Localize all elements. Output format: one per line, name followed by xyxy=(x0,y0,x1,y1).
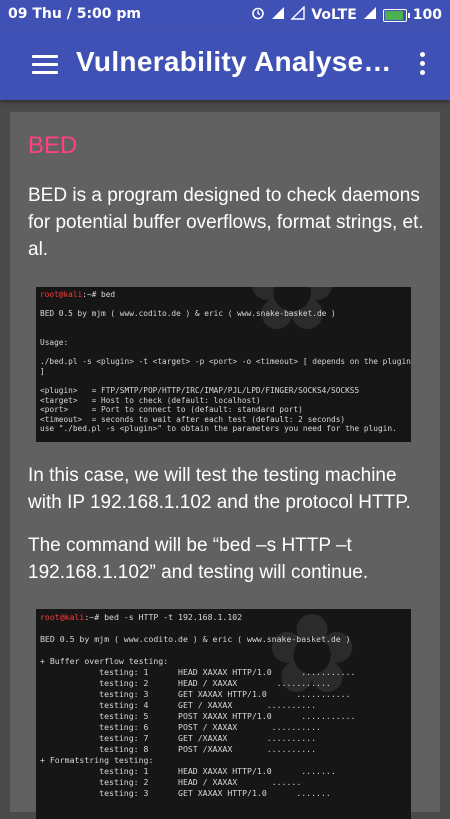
terminal-line: ​ xyxy=(40,328,407,338)
kali-dragon-watermark: ✿ xyxy=(246,287,339,355)
more-vert-icon[interactable] xyxy=(418,52,426,78)
terminal-line: testing: 6 POST / XAXAX .......... xyxy=(40,722,321,732)
intro-paragraph: BED is a program designed to check daemo… xyxy=(28,185,424,260)
terminal-prompt: root@kali:~# bed xyxy=(40,290,407,300)
page-title: Vulnerability Analyse… xyxy=(76,46,392,77)
terminal-line: testing: 8 POST /XAXAX .......... xyxy=(40,744,317,754)
terminal-line: testing: 1 HEAD XAXAX HTTP/1.0 .........… xyxy=(40,667,356,677)
prompt-user: root@kali xyxy=(40,290,83,299)
paragraph-test-target: In this case, we will test the testing m… xyxy=(28,465,411,513)
terminal-line: testing: 5 POST XAXAX HTTP/1.0 .........… xyxy=(40,711,356,721)
signal-icon-2 xyxy=(290,5,306,24)
terminal-screenshot-bed-usage: ✿ root@kali:~# bed ​BED 0.5 by mjm ( www… xyxy=(36,287,411,442)
prompt-command: :~# bed xyxy=(82,290,116,299)
terminal-output-2: ​BED 0.5 by mjm ( www.codito.de ) & eric… xyxy=(40,623,407,799)
terminal-line: <port> = Port to connect to (default: st… xyxy=(40,405,303,415)
terminal-line: testing: 3 GET XAXAX HTTP/1.0 ..........… xyxy=(40,689,351,699)
terminal-line: ​ xyxy=(40,319,407,329)
terminal-line: + Buffer overflow testing: xyxy=(40,656,169,666)
terminal-line: ​ xyxy=(40,376,407,386)
app-bar: Vulnerability Analyse… xyxy=(0,30,450,100)
terminal-line: testing: 4 GET / XAXAX .......... xyxy=(40,700,317,710)
article-card: BED BED is a program designed to check d… xyxy=(10,112,440,819)
signal-icon xyxy=(271,6,285,24)
terminal-line: testing: 2 HEAD / XAXAX ...... xyxy=(40,777,302,787)
terminal-line: ] xyxy=(40,366,45,376)
terminal-line: <plugin> = FTP/SMTP/POP/HTTP/IRC/IMAP/PJ… xyxy=(40,385,360,395)
terminal-line: Usage: xyxy=(40,337,69,347)
battery-icon xyxy=(382,8,410,22)
terminal-line: testing: 2 HEAD / XAXAX ........... xyxy=(40,678,331,688)
terminal-line: <timeout> = seconds to wait after each t… xyxy=(40,414,346,424)
terminal-output: ​BED 0.5 by mjm ( www.codito.de ) & eric… xyxy=(40,300,411,442)
prompt-user-2: root@kali xyxy=(40,612,85,622)
battery-percent: 100 xyxy=(412,7,442,23)
terminal-line: ​ xyxy=(40,434,407,442)
terminal-line: + Formatstring testing: xyxy=(40,755,154,765)
signal-icon-3 xyxy=(363,6,377,24)
terminal-line: use "./bed.pl -s <plugin>" to obtain the… xyxy=(40,424,397,434)
terminal-line: ​ xyxy=(40,645,407,656)
alarm-icon xyxy=(251,6,265,24)
paragraph-command: The command will be “bed –s HTTP –t 192.… xyxy=(28,535,369,583)
section-heading: BED xyxy=(28,132,78,159)
terminal-line: testing: 7 GET /XAXAX .......... xyxy=(40,733,317,743)
terminal-line: <target> = Host to check (default: local… xyxy=(40,395,261,405)
network-type-label: VoLTE xyxy=(311,7,357,23)
terminal-line: ​ xyxy=(40,623,407,634)
status-bar: 09 Thu / 5:00 pm VoLTE 100 xyxy=(0,0,450,30)
terminal-line: ​ xyxy=(40,348,407,358)
hamburger-menu-icon[interactable] xyxy=(32,55,58,75)
terminal-line: ./bed.pl -s <plugin> -t <target> -p <por… xyxy=(40,357,411,367)
prompt-command-2: :~# bed -s HTTP -t 192.168.1.102 xyxy=(84,612,243,622)
terminal-line: BED 0.5 by mjm ( www.codito.de ) & eric … xyxy=(40,309,336,319)
terminal-line: ​ xyxy=(40,300,407,310)
terminal-screenshot-bed-http: ✿ root@kali:~# bed -s HTTP -t 192.168.1.… xyxy=(36,609,411,819)
status-time: 09 Thu / 5:00 pm xyxy=(8,6,142,22)
terminal-line: testing: 3 GET XAXAX HTTP/1.0 ....... xyxy=(40,788,331,798)
terminal-line: testing: 1 HEAD XAXAX HTTP/1.0 ....... xyxy=(40,766,336,776)
terminal-line: BED 0.5 by mjm ( www.codito.de ) & eric … xyxy=(40,634,351,644)
status-icons: VoLTE 100 xyxy=(251,5,442,24)
